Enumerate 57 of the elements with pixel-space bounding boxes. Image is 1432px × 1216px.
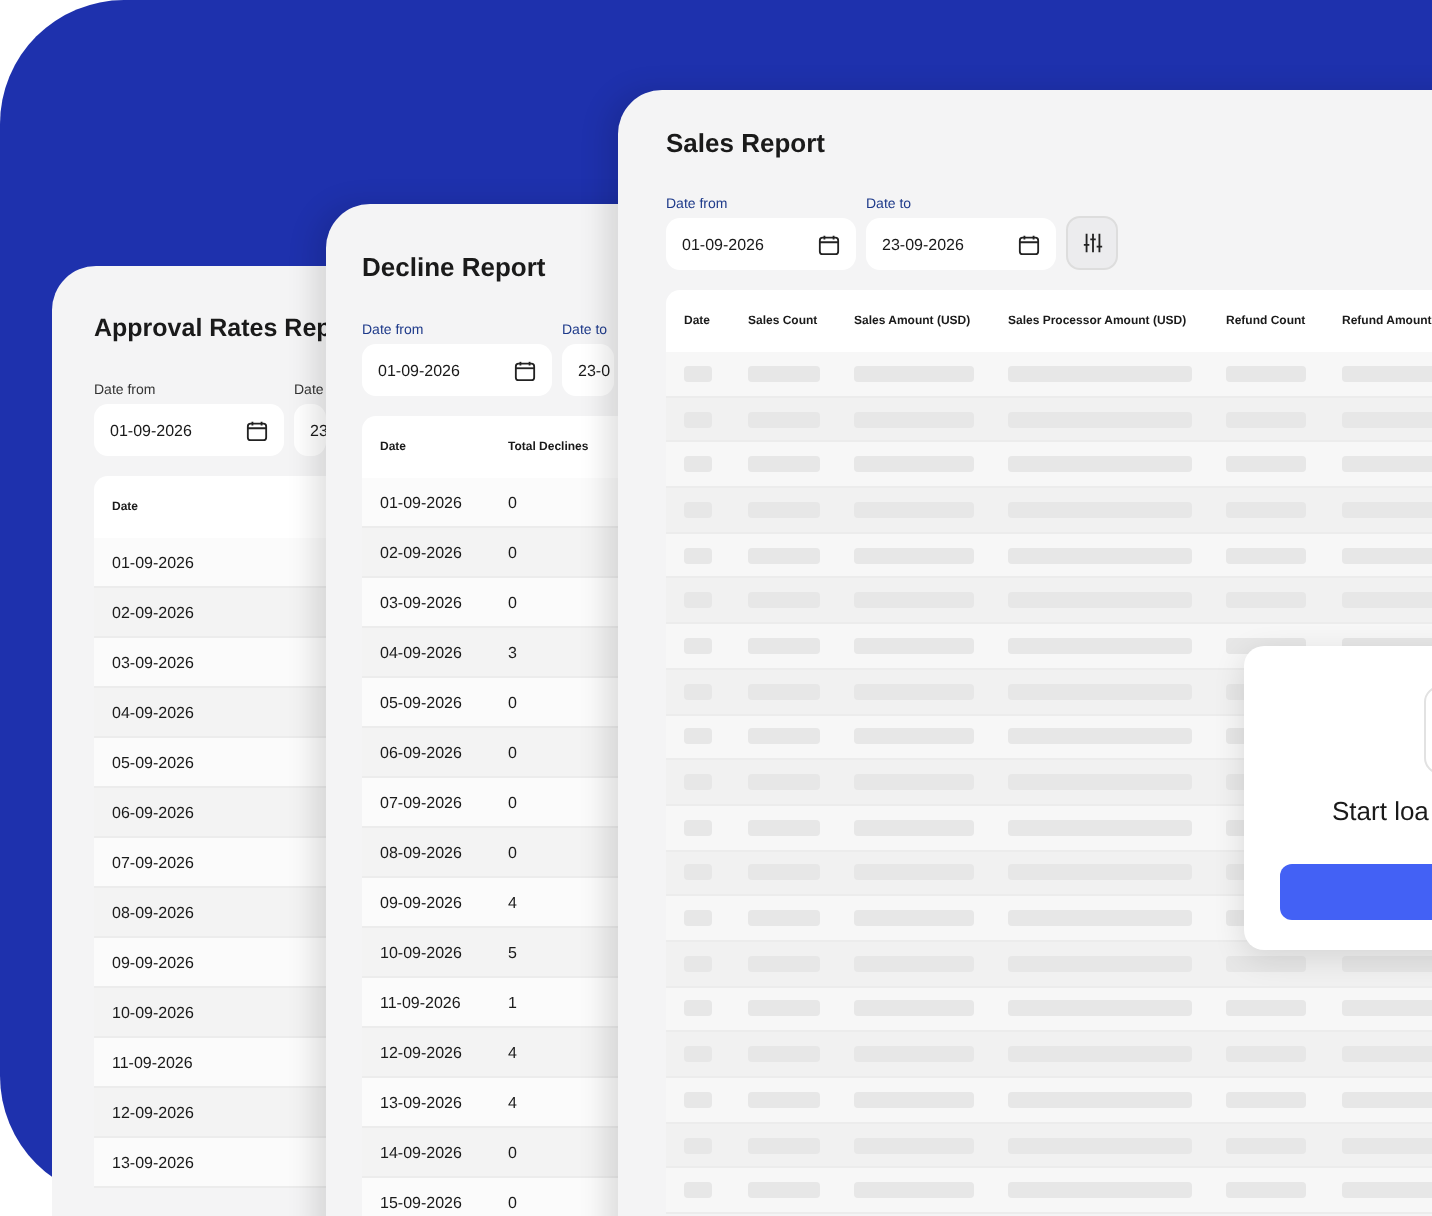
table-cell: 0 [508, 1143, 517, 1161]
table-cell: 3 [508, 643, 517, 661]
table-cell-text: 06-09-2026 [380, 743, 464, 761]
calendar-icon [1018, 233, 1040, 255]
table-cell-text: 07-09-2026 [380, 793, 464, 811]
table-cell: 4 [508, 1093, 517, 1111]
table-cell: 0 [508, 493, 517, 511]
report-title: Decline Report [362, 252, 546, 282]
date-field[interactable]: 01-09-2026 [94, 404, 284, 456]
calendar-icon [818, 233, 840, 255]
table-cell: 4 [508, 1043, 517, 1061]
date-field[interactable]: 01-09-2026 [362, 344, 552, 396]
calendar-icon [514, 359, 536, 381]
date-field[interactable]: 23-09-2026 [866, 218, 1056, 270]
table-cell: 08-09-2026 [112, 903, 194, 921]
calendar-icon [246, 419, 268, 441]
sliders-icon [1081, 232, 1103, 254]
table-cell: 01-09-2026 [112, 553, 194, 571]
table-cell: 06-09-2026 [112, 803, 194, 821]
table-cell-text: 01-09-2026 [380, 493, 464, 511]
table-cell-text: 15-09-2026 [380, 1193, 464, 1211]
table-cell-text: 03-09-2026 [380, 593, 464, 611]
table-cell: 03-09-2026 [112, 653, 194, 671]
table-cell: 4 [508, 893, 517, 911]
table-cell: 0 [508, 693, 517, 711]
table-cell: 04-09-2026 [112, 703, 194, 721]
table-cell: 0 [508, 843, 517, 861]
table-cell: 0 [508, 1193, 517, 1211]
table-cell: 05-09-2026 [112, 753, 194, 771]
table-cell: 0 [508, 793, 517, 811]
table-cell: 0 [508, 593, 517, 611]
table-cell: 11-09-2026 [112, 1053, 193, 1071]
table-cell-text: 10-09-2026 [380, 943, 464, 961]
filter-button[interactable] [1066, 216, 1118, 270]
table-cell-text: 11-09-2026 [380, 993, 463, 1011]
table-cell-text: 05-09-2026 [380, 693, 464, 711]
table-cell-text: 13-09-2026 [380, 1093, 464, 1111]
table-cell: 0 [508, 543, 517, 561]
table-cell: 1 [508, 993, 517, 1011]
table-cell-text: 02-09-2026 [380, 543, 464, 561]
table-cell-text: 04-09-2026 [380, 643, 464, 661]
table-cell: 09-09-2026 [112, 953, 194, 971]
table-cell: 02-09-2026 [112, 603, 194, 621]
table-cell-text: 14-09-2026 [380, 1143, 464, 1161]
table-cell: 5 [508, 943, 517, 961]
table-cell: 07-09-2026 [112, 853, 194, 871]
table-cell-text: 08-09-2026 [380, 843, 464, 861]
report-title: Sales Report [666, 128, 825, 158]
date-field[interactable]: 01-09-2026 [666, 218, 856, 270]
table-cell-text: 09-09-2026 [380, 893, 464, 911]
date-field[interactable]: 23-0 [562, 344, 614, 396]
table-cell: 10-09-2026 [112, 1003, 194, 1021]
table-cell: 12-09-2026 [112, 1103, 194, 1121]
table-cell-text: 12-09-2026 [380, 1043, 464, 1061]
table-cell: 0 [508, 743, 517, 761]
table-cell: 13-09-2026 [112, 1153, 194, 1171]
dialog-text: Start loa [1332, 796, 1429, 826]
